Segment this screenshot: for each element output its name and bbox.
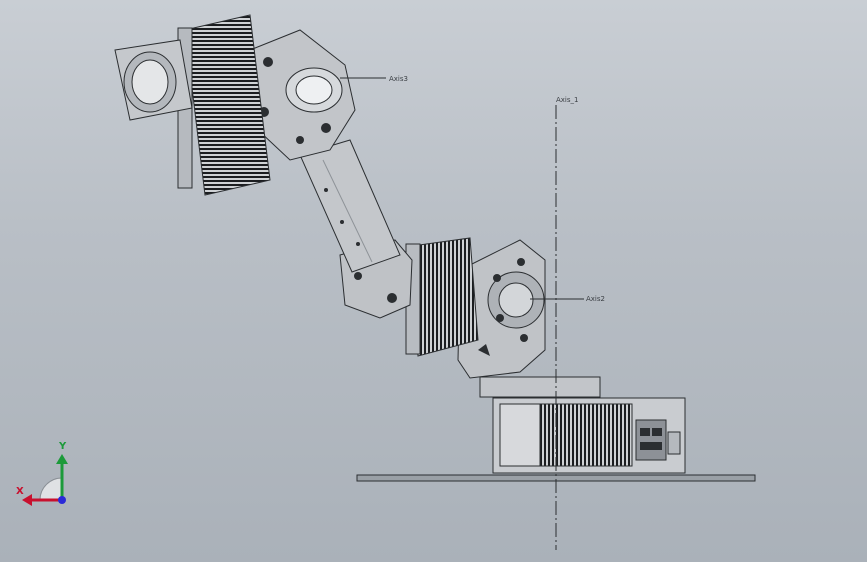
- coordinate-triad: [22, 454, 68, 506]
- cad-viewport[interactable]: Axis3 Axis_1 Axis2 Y X: [0, 0, 867, 562]
- base-motor-housing: [492, 397, 686, 474]
- end-effector-clamp: [114, 39, 193, 121]
- triad-x-label: X: [16, 486, 24, 497]
- wrist-joint: [249, 29, 356, 161]
- robot-arm-model[interactable]: [0, 0, 867, 562]
- shoulder-motor: [405, 237, 479, 357]
- axis3-label: Axis3: [389, 75, 408, 83]
- triad-y-label: Y: [59, 441, 67, 452]
- axis2-label: Axis2: [586, 295, 605, 303]
- axis1-label: Axis_1: [556, 96, 579, 104]
- turntable: [479, 376, 601, 398]
- upper-arm-tube: [299, 139, 401, 273]
